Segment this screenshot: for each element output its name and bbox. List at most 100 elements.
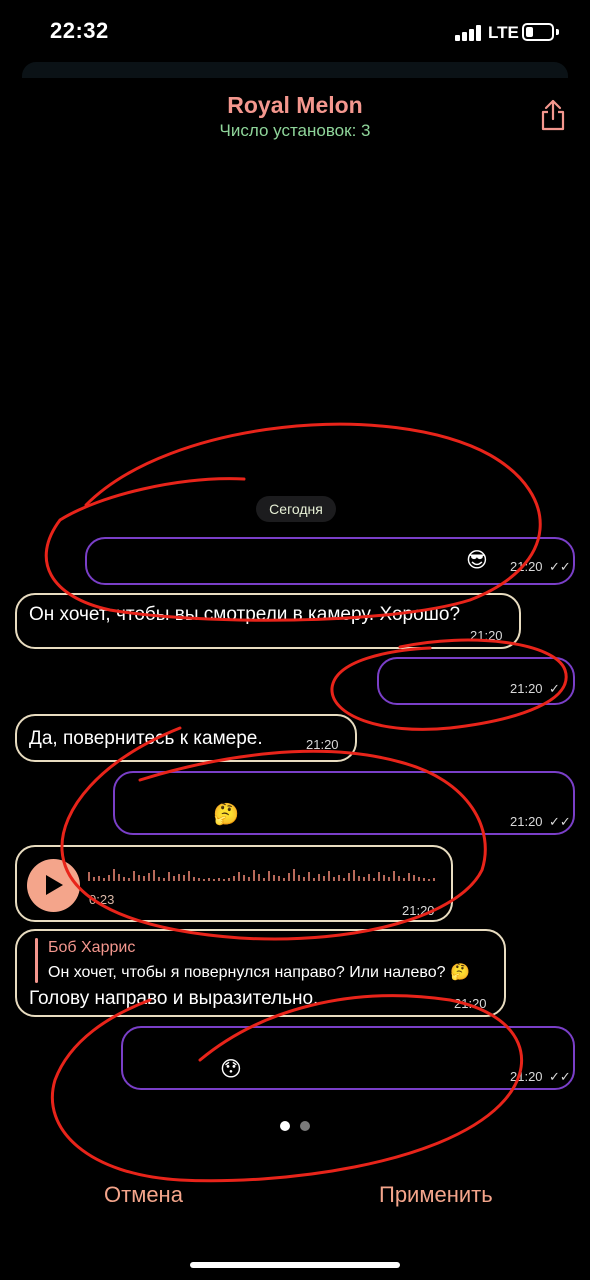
- install-count: Число установок: 3: [219, 121, 371, 140]
- waveform-bar: [258, 874, 260, 881]
- theme-title: Royal Melon: [227, 92, 363, 118]
- waveform-bar: [323, 876, 325, 881]
- waveform-bar: [173, 876, 175, 881]
- waveform-bar: [303, 877, 305, 881]
- waveform-bar: [168, 872, 170, 881]
- waveform-bar: [418, 877, 420, 881]
- waveform-bar: [313, 878, 315, 881]
- signal-icon: [455, 25, 481, 41]
- waveform-bar: [288, 873, 290, 881]
- message-time: 21:20: [454, 996, 487, 1011]
- waveform-bar: [383, 875, 385, 881]
- play-button[interactable]: [27, 859, 80, 912]
- page-dot[interactable]: [300, 1121, 310, 1131]
- message-text: Да, повернитесь к камере.: [29, 728, 263, 749]
- waveform-bar: [368, 874, 370, 881]
- waveform-bar: [93, 877, 95, 881]
- waveform-bar: [128, 878, 130, 881]
- waveform-bar: [388, 877, 390, 881]
- waveform-bar: [248, 877, 250, 881]
- message-time: 21:20: [510, 1069, 543, 1084]
- reply-indicator: [35, 938, 38, 983]
- emoji-surprised: 😯: [220, 1058, 242, 1081]
- waveform-bar: [423, 878, 425, 881]
- waveform-bar: [273, 875, 275, 881]
- battery-tip: [556, 29, 559, 35]
- outgoing-message: [121, 1026, 575, 1090]
- share-icon: [541, 99, 565, 131]
- waveform-bar: [408, 873, 410, 881]
- waveform-bar: [308, 872, 310, 881]
- waveform-bar: [208, 878, 210, 881]
- waveform-bar: [348, 873, 350, 881]
- waveform-bar: [398, 876, 400, 881]
- waveform-bar: [218, 878, 220, 881]
- waveform-bar: [333, 877, 335, 881]
- message-time: 21:20: [510, 814, 543, 829]
- waveform-bar: [113, 869, 115, 881]
- waveform-bar: [263, 878, 265, 881]
- waveform-bar: [123, 877, 125, 881]
- waveform-bar: [158, 877, 160, 881]
- reply-author[interactable]: Боб Харрис: [48, 939, 135, 957]
- waveform-bar: [338, 875, 340, 881]
- waveform-bar: [108, 875, 110, 881]
- waveform-bar: [223, 879, 225, 881]
- waveform-bar: [403, 878, 405, 881]
- waveform-bar: [163, 878, 165, 881]
- message-time: 21:20: [510, 681, 543, 696]
- waveform-bar: [318, 874, 320, 881]
- cancel-button[interactable]: Отмена: [104, 1182, 183, 1208]
- date-chip: Сегодня: [256, 496, 336, 522]
- emoji-thinking: 🤔: [213, 803, 240, 826]
- waveform-bar: [233, 876, 235, 881]
- waveform-bar: [118, 874, 120, 881]
- message-time: 21:20: [470, 628, 503, 643]
- voice-duration: 0:23: [89, 892, 115, 907]
- waveform-bar: [413, 875, 415, 881]
- outgoing-message: [377, 657, 575, 705]
- waveform-bar: [278, 876, 280, 881]
- voice-waveform[interactable]: [88, 863, 440, 881]
- waveform-bar: [343, 878, 345, 881]
- read-ticks-icon: ✓✓: [549, 814, 571, 829]
- apply-button[interactable]: Применить: [379, 1182, 493, 1208]
- waveform-bar: [188, 871, 190, 881]
- page-dot-active[interactable]: [280, 1121, 290, 1131]
- status-time: 22:32: [50, 18, 109, 43]
- play-icon: [46, 875, 63, 895]
- read-ticks-icon: ✓: [549, 681, 560, 696]
- waveform-bar: [433, 878, 435, 881]
- sheet-top: [22, 62, 568, 78]
- voice-message: [15, 845, 453, 922]
- waveform-bar: [363, 877, 365, 881]
- waveform-bar: [203, 879, 205, 881]
- read-ticks-icon: ✓✓: [549, 559, 571, 574]
- waveform-bar: [213, 879, 215, 881]
- reply-quote[interactable]: Он хочет, чтобы я повернулся направо? Ил…: [48, 962, 470, 982]
- home-indicator: [190, 1262, 400, 1268]
- waveform-bar: [98, 876, 100, 881]
- waveform-bar: [103, 878, 105, 881]
- waveform-bar: [148, 873, 150, 881]
- page-indicator[interactable]: [280, 1121, 312, 1131]
- waveform-bar: [378, 872, 380, 881]
- message-time: 21:20: [510, 559, 543, 574]
- network-label: LTE: [488, 23, 519, 42]
- waveform-bar: [178, 874, 180, 881]
- waveform-bar: [353, 870, 355, 881]
- waveform-bar: [143, 876, 145, 881]
- waveform-bar: [183, 875, 185, 881]
- waveform-bar: [293, 869, 295, 881]
- share-button[interactable]: [538, 98, 568, 132]
- message-text: Голову направо и выразительно.: [29, 988, 319, 1009]
- waveform-bar: [283, 878, 285, 881]
- read-ticks-icon: ✓✓: [549, 1069, 571, 1084]
- message-text: Он хочет, чтобы вы смотрели в камеру. Хо…: [29, 604, 461, 625]
- waveform-bar: [298, 875, 300, 881]
- waveform-bar: [133, 871, 135, 881]
- waveform-bar: [268, 871, 270, 881]
- battery-icon: [522, 23, 554, 41]
- waveform-bar: [243, 875, 245, 881]
- annotation-circle-1: [44, 422, 542, 622]
